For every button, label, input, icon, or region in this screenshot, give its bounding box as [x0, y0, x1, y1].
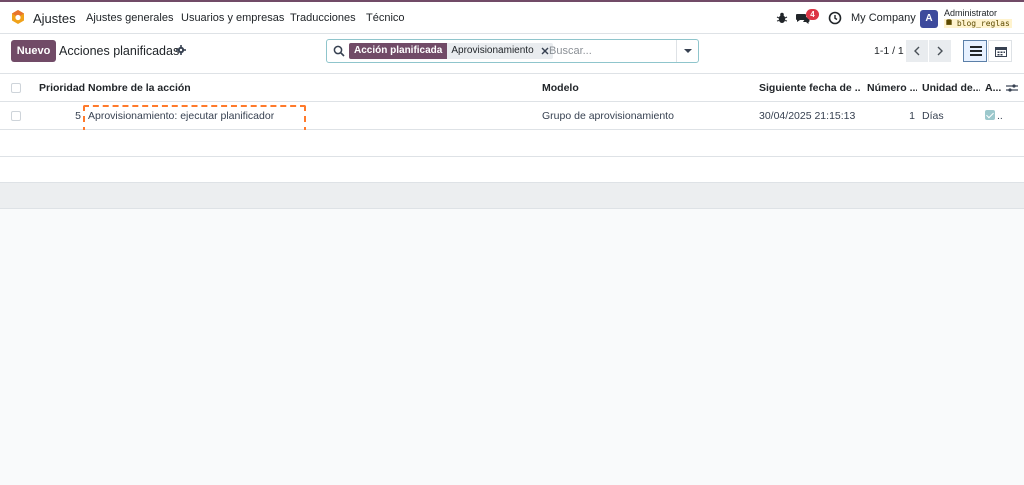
- pager-next-button[interactable]: [929, 40, 951, 62]
- page-title: Acciones planificadas: [59, 44, 180, 58]
- facet-label: Acción planificada: [349, 43, 448, 59]
- settings-app-icon[interactable]: [10, 9, 26, 25]
- cell-number[interactable]: 1: [867, 102, 915, 130]
- menu-traducciones[interactable]: Traducciones: [290, 12, 356, 24]
- cell-active-more: ..: [997, 110, 1003, 122]
- search-bar[interactable]: Acción planificada Aprovisionamiento: [326, 39, 699, 63]
- cell-unit[interactable]: Días: [922, 102, 944, 130]
- table-header: Prioridad Nombre de la acción Modelo Sig…: [0, 74, 1024, 102]
- calendar-icon: [995, 47, 1007, 57]
- user-avatar[interactable]: A: [920, 10, 938, 28]
- facet-value: Aprovisionamiento: [447, 43, 553, 59]
- column-header-active[interactable]: A...: [985, 74, 1003, 102]
- cell-next-date[interactable]: 30/04/2025 21:15:13: [759, 102, 855, 130]
- search-facet: Acción planificada Aprovisionamiento: [349, 43, 553, 59]
- column-header-name[interactable]: Nombre de la acción: [88, 74, 191, 102]
- user-name[interactable]: Administrator: [944, 8, 997, 18]
- column-header-number[interactable]: Número ...: [867, 74, 917, 102]
- top-navbar: Ajustes Ajustes generales Usuarios y emp…: [0, 0, 1024, 34]
- bug-icon[interactable]: [775, 11, 789, 25]
- cell-name[interactable]: Aprovisionamiento: ejecutar planificador: [88, 102, 274, 130]
- list-icon: [970, 46, 982, 56]
- menu-tecnico[interactable]: Técnico: [366, 12, 405, 24]
- column-header-priority[interactable]: Prioridad: [39, 74, 85, 102]
- control-panel: Nuevo Acciones planificadas Acción plani…: [0, 34, 1024, 74]
- new-button[interactable]: Nuevo: [11, 40, 56, 62]
- close-icon[interactable]: [541, 47, 549, 55]
- cell-priority[interactable]: 5: [39, 102, 81, 130]
- cell-model[interactable]: Grupo de aprovisionamiento: [542, 102, 674, 130]
- empty-row: [0, 130, 1024, 157]
- database-label: blog_reglas: [956, 19, 1010, 28]
- optional-columns-icon[interactable]: [1006, 83, 1018, 93]
- pager-value[interactable]: 1-1 / 1: [874, 45, 904, 57]
- search-input[interactable]: [549, 43, 674, 59]
- table-row[interactable]: 5 Aprovisionamiento: ejecutar planificad…: [0, 102, 1024, 133]
- active-checkbox[interactable]: [985, 110, 995, 120]
- table-footer: [0, 182, 1024, 209]
- list-view-button[interactable]: [963, 40, 987, 62]
- search-icon[interactable]: [333, 45, 345, 57]
- column-header-model[interactable]: Modelo: [542, 74, 579, 102]
- clock-icon[interactable]: [828, 11, 842, 25]
- app-name[interactable]: Ajustes: [33, 11, 76, 26]
- empty-row: [0, 157, 1024, 184]
- pager-previous-button[interactable]: [906, 40, 928, 62]
- facet-value-text: Aprovisionamiento: [451, 45, 534, 56]
- search-options-toggle[interactable]: [676, 40, 698, 62]
- calendar-view-button[interactable]: [988, 40, 1012, 62]
- select-all-checkbox[interactable]: [11, 83, 21, 93]
- chevron-right-icon: [937, 46, 943, 56]
- menu-usuarios-empresas[interactable]: Usuarios y empresas: [181, 12, 284, 24]
- database-name: blog_reglas: [944, 19, 1012, 28]
- gear-icon[interactable]: [176, 45, 186, 55]
- database-icon: [946, 19, 952, 25]
- messages-count-badge: 4: [806, 9, 819, 20]
- row-checkbox[interactable]: [11, 111, 21, 121]
- menu-ajustes-generales[interactable]: Ajustes generales: [86, 12, 173, 24]
- chevron-left-icon: [914, 46, 920, 56]
- company-switcher[interactable]: My Company: [851, 12, 916, 24]
- column-header-unit[interactable]: Unidad de...: [922, 74, 980, 102]
- column-header-next-date[interactable]: Siguiente fecha de ...: [759, 74, 861, 102]
